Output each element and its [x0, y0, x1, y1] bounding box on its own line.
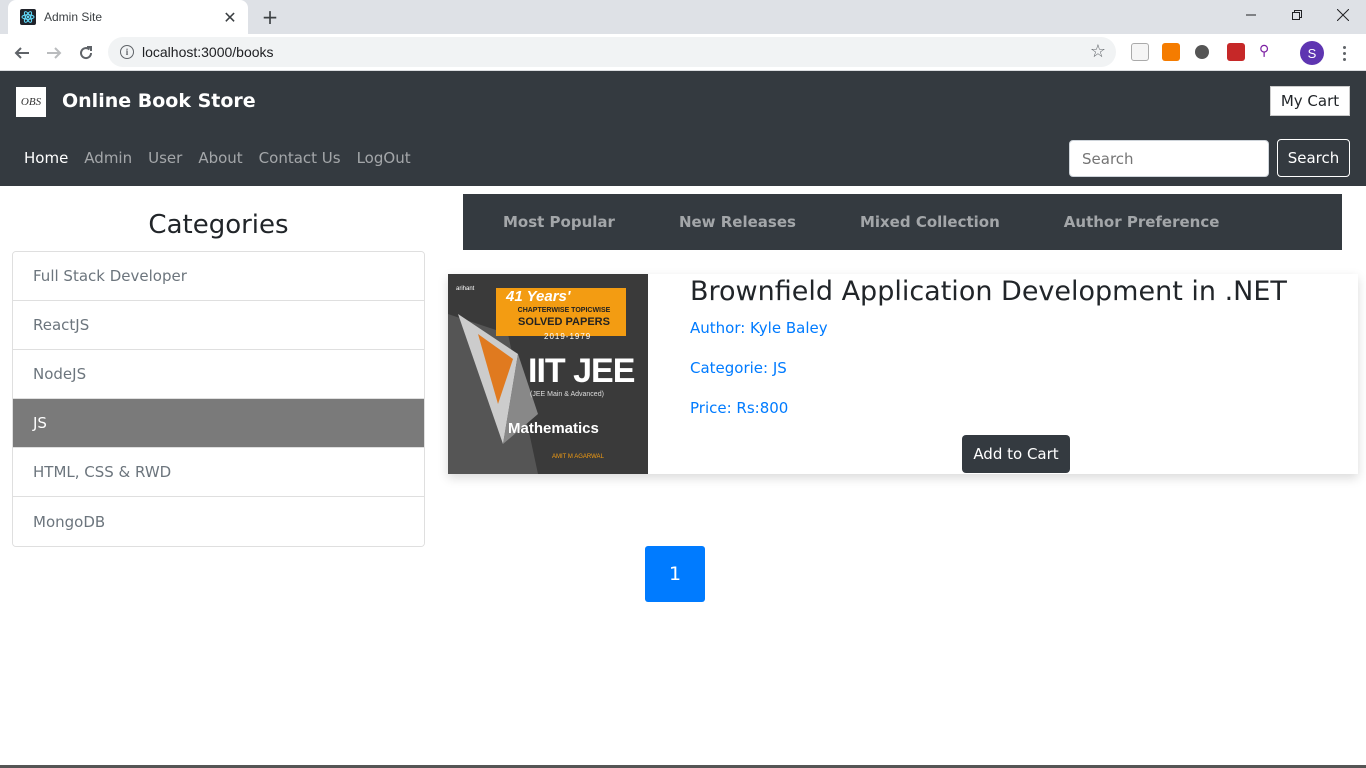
close-tab-icon[interactable]: ✕ — [218, 5, 242, 29]
close-window-icon[interactable] — [1320, 0, 1366, 30]
reload-icon[interactable] — [72, 39, 100, 67]
book-category[interactable]: Categorie: JS — [690, 359, 787, 377]
cover-publisher: arihant — [456, 286, 475, 292]
category-item[interactable]: MongoDB — [13, 497, 424, 546]
filter-new-releases[interactable]: New Releases — [679, 213, 796, 231]
browser-tab[interactable]: Admin Site ✕ — [8, 0, 248, 34]
forward-icon[interactable] — [40, 39, 68, 67]
book-title[interactable]: Brownfield Application Development in .N… — [690, 276, 1287, 307]
filter-mixed-collection[interactable]: Mixed Collection — [860, 213, 1000, 231]
book-cover-image[interactable]: arihant 41 Years' CHAPTERWISE TOPICWISE … — [448, 274, 648, 474]
nav-link-contact[interactable]: Contact Us — [259, 149, 341, 167]
category-item[interactable]: ReactJS — [13, 301, 424, 350]
tab-title: Admin Site — [44, 10, 103, 24]
new-tab-icon[interactable]: + — [258, 5, 282, 29]
book-card: arihant 41 Years' CHAPTERWISE TOPICWISE … — [448, 274, 1358, 474]
browser-menu-icon[interactable] — [1336, 41, 1352, 65]
filter-bar: Most Popular New Releases Mixed Collecti… — [463, 194, 1342, 250]
cover-exam-sub: (JEE Main & Advanced) — [530, 391, 604, 398]
bookmark-star-icon[interactable]: ☆ — [1090, 41, 1106, 62]
filter-author-preference[interactable]: Author Preference — [1064, 213, 1220, 231]
cover-author: AMIT M AGARWAL — [552, 454, 604, 460]
brand-title[interactable]: Online Book Store — [62, 90, 256, 112]
minimize-icon[interactable] — [1228, 0, 1274, 30]
browser-tabstrip: Admin Site ✕ + — [0, 0, 1366, 34]
filter-most-popular[interactable]: Most Popular — [503, 213, 615, 231]
search-input[interactable] — [1069, 140, 1269, 177]
categories-heading: Categories — [148, 210, 289, 240]
book-price[interactable]: Price: Rs:800 — [690, 399, 788, 417]
react-favicon-icon — [20, 9, 36, 25]
nav-link-admin[interactable]: Admin — [84, 149, 132, 167]
cover-range: 2019-1979 — [544, 332, 592, 341]
ext-4-icon[interactable] — [1227, 43, 1245, 61]
ext-3-icon[interactable] — [1195, 45, 1209, 59]
category-list: Full Stack Developer ReactJS NodeJS JS H… — [12, 251, 425, 547]
add-to-cart-button[interactable]: Add to Cart — [962, 435, 1070, 473]
back-icon[interactable] — [8, 39, 36, 67]
nav-links: Home Admin User About Contact Us LogOut — [24, 149, 411, 167]
nav-link-about[interactable]: About — [198, 149, 242, 167]
site-info-icon[interactable]: i — [120, 45, 134, 59]
url-text: localhost:3000/books — [142, 44, 274, 60]
category-item[interactable]: Full Stack Developer — [13, 252, 424, 301]
ext-2-icon[interactable] — [1162, 43, 1180, 61]
category-item[interactable]: JS — [13, 399, 424, 448]
cover-years: 41 Years' — [506, 288, 571, 305]
browser-toolbar: i localhost:3000/books ☆ ⚲ S — [0, 34, 1366, 71]
ext-5-icon[interactable]: ⚲ — [1259, 43, 1277, 61]
book-author[interactable]: Author: Kyle Baley — [690, 319, 828, 337]
nav-link-logout[interactable]: LogOut — [357, 149, 411, 167]
nav-link-home[interactable]: Home — [24, 149, 68, 167]
my-cart-button[interactable]: My Cart — [1270, 86, 1350, 116]
cover-exam: IIT JEE — [528, 352, 635, 390]
address-bar[interactable]: i localhost:3000/books ☆ — [108, 37, 1116, 67]
category-item[interactable]: HTML, CSS & RWD — [13, 448, 424, 497]
search-button[interactable]: Search — [1277, 139, 1350, 177]
profile-avatar[interactable]: S — [1300, 41, 1324, 65]
store-logo[interactable]: OBS — [16, 87, 46, 117]
restore-icon[interactable] — [1274, 0, 1320, 30]
cover-subtitle-2: SOLVED PAPERS — [518, 316, 610, 328]
cover-subtitle-1: CHAPTERWISE TOPICWISE — [517, 307, 611, 314]
nav-link-user[interactable]: User — [148, 149, 182, 167]
ext-1-icon[interactable] — [1131, 43, 1149, 61]
category-item[interactable]: NodeJS — [13, 350, 424, 399]
cover-subject: Mathematics — [508, 420, 599, 437]
pagination-page-button[interactable]: 1 — [645, 546, 705, 602]
app-navbar: OBS Online Book Store My Cart Home Admin… — [0, 71, 1366, 186]
